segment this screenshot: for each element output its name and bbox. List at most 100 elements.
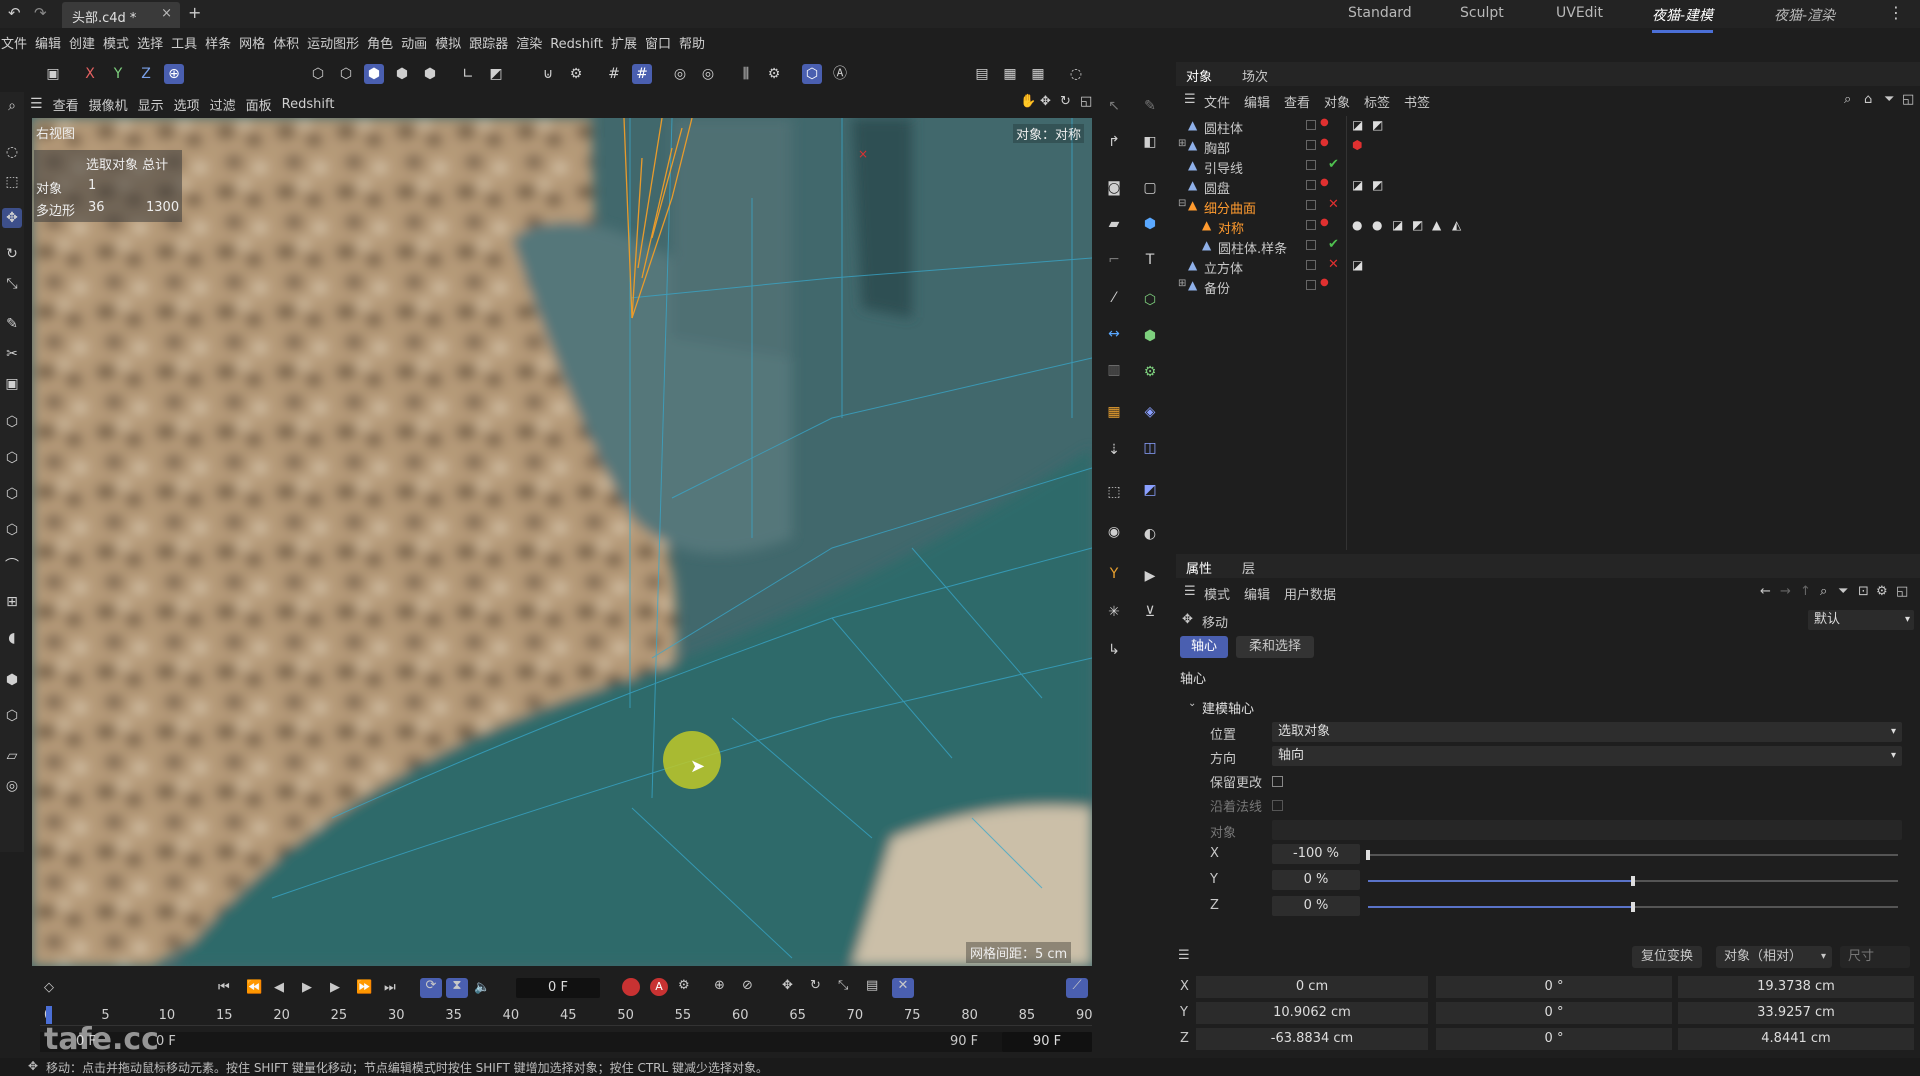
coord-pos-field[interactable]: -63.8834 cm	[1196, 1028, 1428, 1050]
object-row[interactable]: ▲ 引导线 ✔	[1176, 156, 1920, 177]
viewport-menu-display[interactable]: 显示	[138, 95, 164, 114]
scatter-icon[interactable]: ✳	[1104, 602, 1124, 622]
rectangle-icon[interactable]: ▢	[1140, 178, 1160, 198]
object-name[interactable]: 胸部	[1204, 138, 1230, 157]
visibility-toggle[interactable]	[1306, 140, 1316, 150]
tag-icon[interactable]: ●	[1372, 218, 1382, 232]
menu-animate[interactable]: 动画	[400, 33, 434, 52]
cloner-icon[interactable]: ⬢	[1140, 326, 1160, 346]
menu-window[interactable]: 窗口	[644, 33, 678, 52]
tab-layers[interactable]: 层	[1242, 558, 1255, 577]
coord-size-field[interactable]: 33.9257 cm	[1678, 1002, 1914, 1024]
loop-cut-icon[interactable]: ⊞	[2, 592, 22, 612]
guide-icon[interactable]: ↔	[1104, 324, 1124, 344]
menu-simulate[interactable]: 模拟	[434, 33, 468, 52]
document-tab[interactable]: 头部.c4d * ×	[62, 2, 180, 28]
auto-key-icon[interactable]: A	[650, 978, 668, 996]
om-menu-bookmarks[interactable]: 书签	[1404, 92, 1430, 111]
undo-icon[interactable]: ↶	[8, 4, 21, 22]
video-camera-icon[interactable]: ▶	[1140, 566, 1160, 586]
tag-icon[interactable]: ⬢	[1352, 138, 1362, 152]
object-row[interactable]: ▲ 圆柱体 ●	[1176, 116, 1920, 137]
light-icon[interactable]: ⊻	[1140, 602, 1160, 622]
texture-mode-icon[interactable]: ⬢	[420, 64, 440, 84]
attr-settings-icon[interactable]: ⚙	[1876, 584, 1888, 599]
om-search-icon[interactable]: ⌕	[1844, 92, 1851, 107]
tag-icon[interactable]: ◩	[1372, 178, 1383, 192]
object-name[interactable]: 圆柱体	[1204, 118, 1243, 137]
coord-size-field[interactable]: 19.3738 cm	[1678, 976, 1914, 998]
cube-primitive-icon[interactable]: ⬡	[2, 412, 22, 432]
tag-icon[interactable]: ▲	[1432, 218, 1441, 232]
range-start-preview[interactable]: 0 F	[156, 1034, 176, 1049]
next-key-icon[interactable]: ⏩	[356, 980, 372, 995]
menu-mograph[interactable]: 运动图形	[306, 33, 366, 52]
viewport-rotate-icon[interactable]: ↻	[1060, 94, 1071, 109]
points-mode-icon[interactable]: ⬡	[308, 64, 328, 84]
render-dot-icon[interactable]: ●	[1320, 177, 1329, 188]
text-tool-icon[interactable]: T	[1140, 250, 1160, 270]
brush-tool-icon[interactable]: ✎	[1140, 96, 1160, 116]
box-selection-icon[interactable]: ⬚	[2, 172, 22, 192]
deformer-icon[interactable]: ◈	[1140, 402, 1160, 422]
key-position-icon[interactable]: ⊕	[714, 978, 725, 993]
joint-icon[interactable]: ⌐	[1104, 250, 1124, 270]
arrow-tool-icon[interactable]: ↖	[1104, 96, 1124, 116]
visibility-toggle[interactable]	[1306, 200, 1316, 210]
menu-create[interactable]: 创建	[68, 33, 102, 52]
size-mode-dropdown[interactable]: 尺寸	[1840, 946, 1910, 968]
live-selection-icon[interactable]: ◌	[2, 142, 22, 162]
key-auto-icon[interactable]: ✕	[892, 978, 914, 998]
playback-rate-icon[interactable]: ⧗	[446, 978, 468, 998]
object-name[interactable]: 细分曲面	[1204, 198, 1256, 217]
attr-menu-edit[interactable]: 编辑	[1244, 584, 1270, 603]
object-row[interactable]: ⊞ ▲ 备份 ●	[1176, 276, 1920, 297]
object-name[interactable]: 对称	[1218, 218, 1244, 237]
enabled-check-icon[interactable]: ✔	[1328, 237, 1339, 252]
spline-wrap-icon[interactable]: ◩	[1140, 480, 1160, 500]
magnet-brush-icon[interactable]: ◖	[2, 628, 22, 648]
axis-slider-knob[interactable]	[1366, 850, 1370, 860]
tab-attributes[interactable]: 属性	[1186, 558, 1212, 577]
axis-value-field[interactable]: 0 %	[1272, 870, 1360, 890]
om-menu-edit[interactable]: 编辑	[1244, 92, 1270, 111]
render-settings-icon[interactable]: ▦	[1028, 64, 1048, 84]
branch-icon[interactable]: Y	[1104, 564, 1124, 584]
object-row[interactable]: ▲ 圆盘 ●	[1176, 176, 1920, 197]
menu-volume[interactable]: 体积	[272, 33, 306, 52]
object-row[interactable]: ▲ 圆柱体.样条 ✔	[1176, 236, 1920, 257]
knife-tool-icon[interactable]: ✂	[2, 344, 22, 364]
tag-icon[interactable]: ◪	[1352, 258, 1363, 272]
3d-viewport[interactable]: ×	[32, 118, 1092, 966]
viewport-menu-panel[interactable]: 面板	[246, 95, 272, 114]
render-dot-icon[interactable]: ●	[1320, 117, 1329, 128]
object-name[interactable]: 立方体	[1204, 258, 1243, 277]
tag-icon[interactable]: ◭	[1452, 218, 1461, 232]
key-points-icon[interactable]: ▤	[866, 978, 878, 993]
visibility-toggle[interactable]	[1306, 280, 1316, 290]
sky-icon[interactable]: ◐	[1140, 524, 1160, 544]
cube-object-icon[interactable]: ⬢	[1140, 214, 1160, 234]
viewport-pan-icon[interactable]: ✋	[1020, 94, 1036, 109]
om-menu-file[interactable]: 文件	[1204, 92, 1230, 111]
axis-slider[interactable]	[1368, 902, 1898, 912]
search-icon[interactable]: ⌕	[2, 96, 22, 116]
null-object-icon[interactable]: ↱	[1104, 132, 1124, 152]
world-coordinates-icon[interactable]: ⊕	[164, 64, 184, 84]
camera-object-icon[interactable]: ◙	[1104, 178, 1124, 198]
prev-key-icon[interactable]: ⏪	[246, 980, 262, 995]
object-row[interactable]: ▲ 对称 ●	[1176, 216, 1920, 237]
viewport-menu-filter[interactable]: 过滤	[210, 95, 236, 114]
axis-mode-icon[interactable]: ∟	[458, 64, 478, 84]
object-name[interactable]: 圆柱体.样条	[1218, 238, 1287, 257]
key-param-icon[interactable]: ↻	[810, 978, 821, 993]
tag-icon[interactable]: ◪	[1352, 178, 1363, 192]
model-mode-icon[interactable]: ⬢	[392, 64, 412, 84]
close-tab-icon[interactable]: ×	[161, 6, 172, 21]
coord-pos-field[interactable]: 0 cm	[1196, 976, 1428, 998]
collapse-icon[interactable]: ⊟	[1178, 198, 1186, 209]
axis-value-field[interactable]: -100 %	[1272, 844, 1360, 864]
symmetry-icon[interactable]: ⫼	[736, 64, 756, 84]
object-row[interactable]: ▲ 立方体 ✕	[1176, 256, 1920, 277]
menu-select[interactable]: 选择	[136, 33, 170, 52]
